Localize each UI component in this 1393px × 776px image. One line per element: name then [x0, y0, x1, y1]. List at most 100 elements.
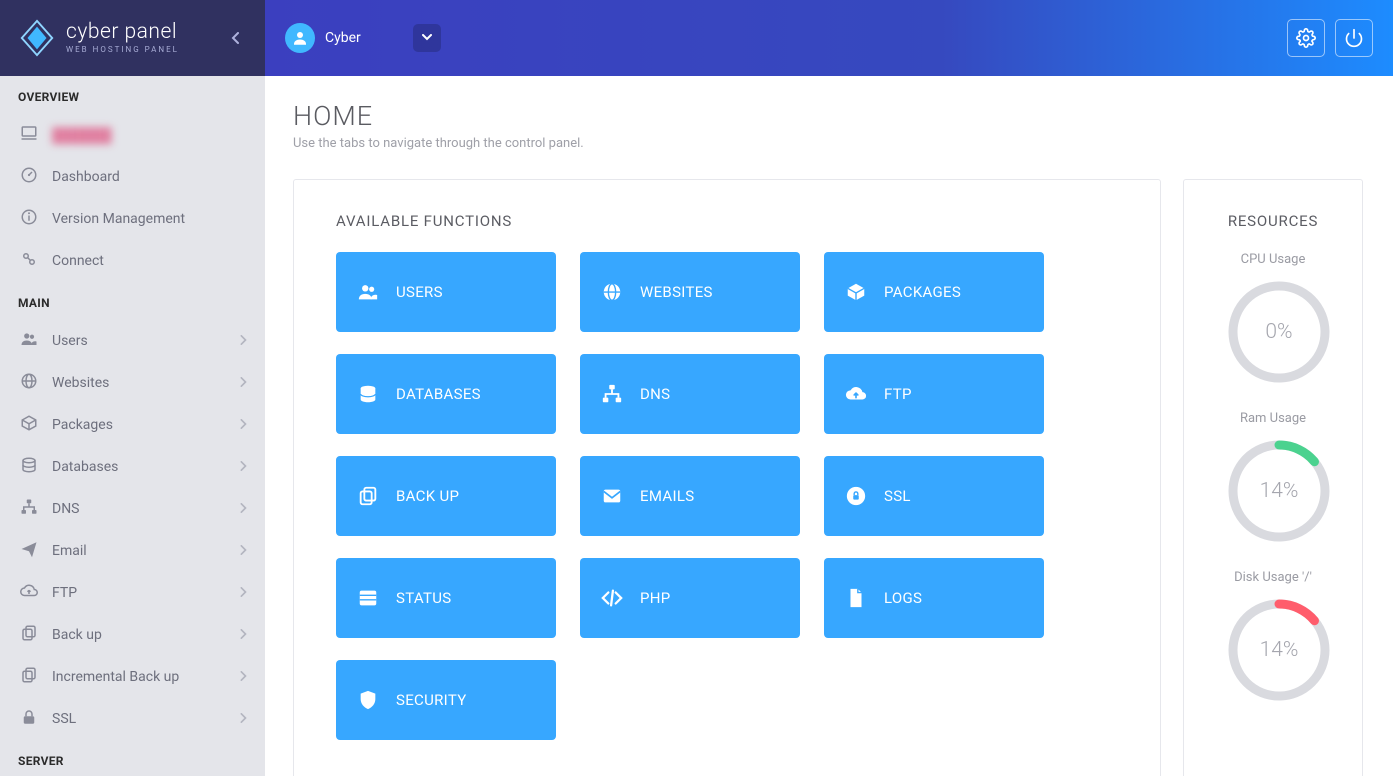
sitemap-icon	[18, 498, 40, 520]
gauge-label: Disk Usage '/'	[1226, 570, 1320, 585]
gauge-value: 0%	[1226, 279, 1332, 385]
copy-icon	[18, 624, 40, 646]
resources-title: RESOURCES	[1226, 212, 1320, 230]
logo-icon	[18, 19, 56, 57]
tile-label: FTP	[884, 385, 912, 403]
chevron-right-icon	[239, 417, 247, 433]
sidebar-item-email[interactable]: Email	[0, 530, 265, 572]
nav-label: Back up	[52, 627, 102, 643]
nav-label: Users	[52, 333, 88, 349]
ssl-icon	[842, 485, 870, 507]
tile-ftp[interactable]: FTP	[824, 354, 1044, 434]
copy-icon	[18, 666, 40, 688]
sidebar-item-databases[interactable]: Databases	[0, 446, 265, 488]
sidebar-collapse-button[interactable]	[225, 27, 247, 49]
database-icon	[18, 456, 40, 478]
brand-name: cyber panel	[66, 22, 179, 43]
gauge-ram-usage: Ram Usage14%	[1226, 411, 1320, 544]
sidebar-item-dns[interactable]: DNS	[0, 488, 265, 530]
sidebar-item-packages[interactable]: Packages	[0, 404, 265, 446]
logo-bar: cyber panel WEB HOSTING PANEL	[0, 0, 265, 76]
power-button[interactable]	[1335, 19, 1373, 57]
tile-php[interactable]: PHP	[580, 558, 800, 638]
sidebar-item--[interactable]: ██████	[0, 114, 265, 156]
nav-label: Email	[52, 543, 87, 559]
envelope-icon	[598, 485, 626, 507]
gauge-value: 14%	[1226, 597, 1332, 703]
nav-label: Packages	[52, 417, 113, 433]
tile-back-up[interactable]: BACK UP	[336, 456, 556, 536]
gauge-label: Ram Usage	[1226, 411, 1320, 426]
laptop-icon	[18, 124, 40, 146]
tile-logs[interactable]: LOGS	[824, 558, 1044, 638]
nav-label: DNS	[52, 501, 80, 517]
users-icon	[18, 330, 40, 352]
power-icon	[1344, 28, 1364, 48]
packages-icon	[842, 281, 870, 303]
tile-ssl[interactable]: SSL	[824, 456, 1044, 536]
page-subtitle: Use the tabs to navigate through the con…	[293, 136, 1363, 151]
sidebar-item-connect[interactable]: Connect	[0, 240, 265, 282]
tile-label: DNS	[640, 385, 670, 403]
user-menu[interactable]: Cyber	[285, 23, 441, 53]
globe-icon	[18, 372, 40, 394]
user-dropdown-toggle[interactable]	[413, 24, 441, 52]
database-icon	[354, 383, 382, 405]
sitemap-icon	[598, 383, 626, 405]
sidebar-item-ssl[interactable]: SSL	[0, 698, 265, 740]
cloudup-icon	[18, 582, 40, 604]
gauge-icon	[18, 166, 40, 188]
sidebar-item-ftp[interactable]: FTP	[0, 572, 265, 614]
chevron-right-icon	[239, 501, 247, 517]
nav-label: ██████	[52, 127, 112, 144]
tile-emails[interactable]: EMAILS	[580, 456, 800, 536]
tile-users[interactable]: USERS	[336, 252, 556, 332]
sidebar-item-version-management[interactable]: Version Management	[0, 198, 265, 240]
status-icon	[354, 587, 382, 609]
globe-icon	[598, 281, 626, 303]
chevron-right-icon	[239, 669, 247, 685]
file-icon	[842, 587, 870, 609]
gauge-disk-usage-: Disk Usage '/'14%	[1226, 570, 1320, 703]
tile-label: WEBSITES	[640, 283, 713, 301]
tile-databases[interactable]: DATABASES	[336, 354, 556, 434]
tile-websites[interactable]: WEBSITES	[580, 252, 800, 332]
chevron-right-icon	[239, 585, 247, 601]
users-icon	[354, 281, 382, 303]
settings-button[interactable]	[1287, 19, 1325, 57]
tile-status[interactable]: STATUS	[336, 558, 556, 638]
chevron-right-icon	[239, 333, 247, 349]
tile-label: USERS	[396, 283, 443, 301]
chevron-right-icon	[239, 627, 247, 643]
topbar: Cyber	[265, 0, 1393, 76]
tile-packages[interactable]: PACKAGES	[824, 252, 1044, 332]
nav-label: FTP	[52, 585, 77, 601]
chevron-right-icon	[239, 711, 247, 727]
packages-icon	[18, 414, 40, 436]
link-icon	[18, 250, 40, 272]
sidebar-item-websites[interactable]: Websites	[0, 362, 265, 404]
tile-security[interactable]: SECURITY	[336, 660, 556, 740]
tile-label: STATUS	[396, 589, 452, 607]
tile-label: LOGS	[884, 589, 922, 607]
tile-dns[interactable]: DNS	[580, 354, 800, 434]
sidebar-item-incremental-back-up[interactable]: Incremental Back up	[0, 656, 265, 698]
tile-label: EMAILS	[640, 487, 694, 505]
copy-icon	[354, 485, 382, 507]
tile-label: SSL	[884, 487, 911, 505]
functions-card: AVAILABLE FUNCTIONS USERSWEBSITESPACKAGE…	[293, 179, 1161, 776]
tile-label: DATABASES	[396, 385, 481, 403]
gear-icon	[1296, 28, 1316, 48]
sidebar-item-users[interactable]: Users	[0, 320, 265, 362]
sidebar-item-back-up[interactable]: Back up	[0, 614, 265, 656]
tile-label: PACKAGES	[884, 283, 961, 301]
tile-label: PHP	[640, 589, 671, 607]
cloudup-icon	[842, 383, 870, 405]
nav-label: Version Management	[52, 211, 185, 227]
nav: OVERVIEW ██████ Dashboard Version Managemen…	[0, 76, 265, 776]
sidebar-item-dashboard[interactable]: Dashboard	[0, 156, 265, 198]
nav-label: Dashboard	[52, 169, 120, 185]
info-icon	[18, 208, 40, 230]
gauge-value: 14%	[1226, 438, 1332, 544]
nav-section-overview: OVERVIEW	[0, 76, 265, 114]
